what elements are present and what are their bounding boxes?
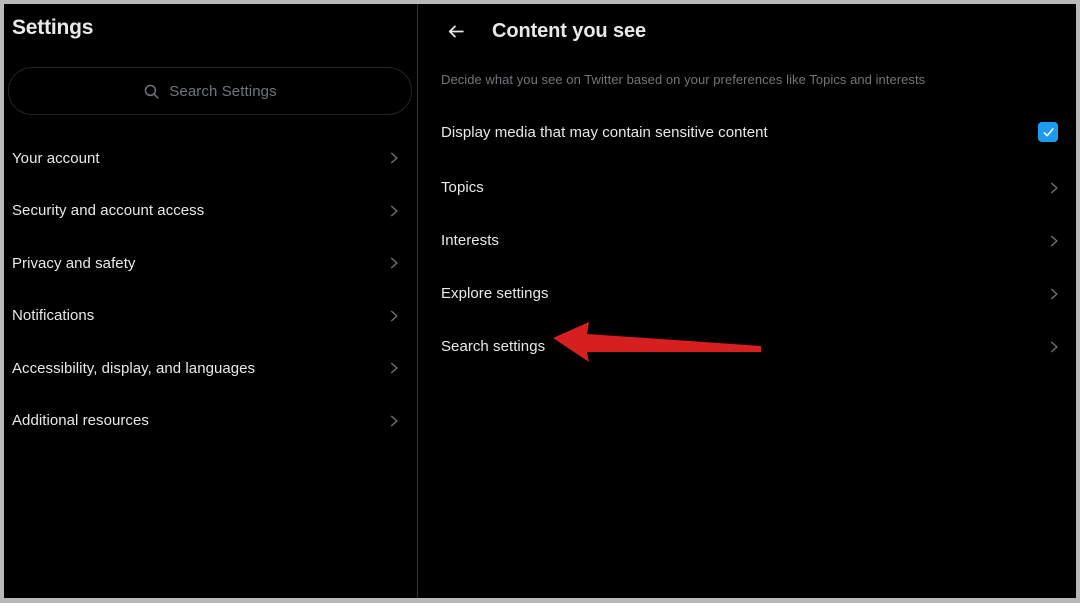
list-item-explore-settings[interactable]: Explore settings [419, 267, 1076, 320]
chevron-right-icon [1047, 181, 1061, 195]
list-item-label: Explore settings [441, 285, 549, 302]
back-arrow-icon [447, 22, 466, 41]
search-icon [143, 83, 160, 100]
list-item-topics[interactable]: Topics [419, 161, 1076, 214]
settings-sidebar: Settings Search Settings Your account Se… [4, 4, 418, 598]
sidebar-item-label: Privacy and safety [12, 254, 136, 272]
sidebar-title: Settings [12, 16, 94, 39]
twitter-settings-screen: Settings Search Settings Your account Se… [4, 4, 1076, 598]
chevron-right-icon [387, 414, 401, 428]
content-settings-list: Topics Interests Explore settings Search… [419, 161, 1076, 373]
sidebar-item-accessibility-display-and-languages[interactable]: Accessibility, display, and languages [4, 342, 418, 395]
sensitive-media-label: Display media that may contain sensitive… [441, 123, 768, 141]
sidebar-nav-list: Your account Security and account access [4, 132, 418, 447]
sidebar-item-your-account[interactable]: Your account [4, 132, 418, 185]
sidebar-item-label: Security and account access [12, 202, 205, 220]
list-item-label: Topics [441, 179, 484, 196]
panel-header: Content you see [419, 4, 1076, 58]
chevron-right-icon [1047, 340, 1061, 354]
checkmark-icon [1042, 126, 1055, 139]
search-settings-box[interactable]: Search Settings [8, 67, 412, 115]
back-button[interactable] [438, 13, 474, 49]
chevron-right-icon [387, 256, 401, 270]
chevron-right-icon [1047, 234, 1061, 248]
sidebar-item-label: Additional resources [12, 412, 149, 430]
chevron-right-icon [387, 309, 401, 323]
sidebar-item-security-and-account-access[interactable]: Security and account access [4, 185, 418, 238]
chevron-right-icon [1047, 287, 1061, 301]
sidebar-item-privacy-and-safety[interactable]: Privacy and safety [4, 237, 418, 290]
list-item-label: Interests [441, 232, 499, 249]
page-description: Decide what you see on Twitter based on … [441, 72, 926, 87]
list-item-label: Search settings [441, 338, 546, 355]
list-item-interests[interactable]: Interests [419, 214, 1076, 267]
sidebar-item-label: Accessibility, display, and languages [12, 359, 256, 377]
chevron-right-icon [387, 361, 401, 375]
search-input[interactable]: Search Settings [169, 83, 276, 100]
screenshot-frame: Settings Search Settings Your account Se… [0, 0, 1080, 603]
sidebar-item-label: Notifications [12, 307, 95, 325]
chevron-right-icon [387, 204, 401, 218]
page-title: Content you see [492, 19, 647, 42]
sensitive-media-row[interactable]: Display media that may contain sensitive… [419, 110, 1076, 154]
list-item-search-settings[interactable]: Search settings [419, 320, 1076, 373]
content-you-see-panel: Content you see Decide what you see on T… [419, 4, 1076, 598]
sidebar-item-label: Your account [12, 149, 100, 167]
sidebar-item-notifications[interactable]: Notifications [4, 290, 418, 343]
sidebar-item-additional-resources[interactable]: Additional resources [4, 395, 418, 448]
chevron-right-icon [387, 151, 401, 165]
sensitive-media-checkbox[interactable] [1038, 122, 1058, 142]
